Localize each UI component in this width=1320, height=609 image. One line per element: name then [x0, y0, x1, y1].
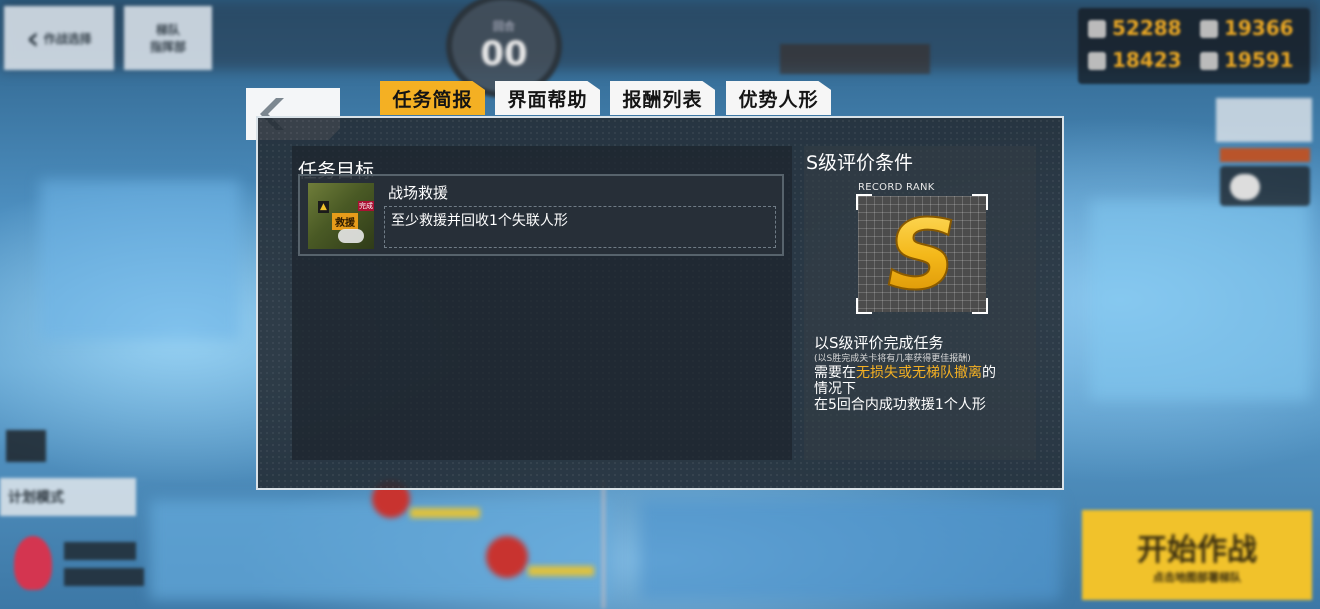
eye-button[interactable]	[6, 430, 46, 462]
cond-text-part: 的	[982, 365, 996, 381]
thumb-badge: ▲	[318, 201, 329, 213]
plan-mode-button[interactable]: 计划模式	[0, 478, 136, 516]
objective-description: 至少救援并回收1个失联人形	[384, 206, 776, 248]
enemy-node[interactable]	[486, 536, 528, 578]
resource-rations: 18423	[1112, 48, 1182, 72]
speed-label	[1220, 148, 1310, 162]
start-combat-sub: 点击地图部署梯队	[1153, 571, 1241, 584]
tab-reward-list[interactable]: 报酬列表	[610, 81, 715, 115]
briefing-panel: 任务目标 S级评价条件 ▲ 完成 救援 战场救援 至少救援并回收1个失联人形 R…	[256, 116, 1064, 490]
echelon-button[interactable]: 梯队 指挥部	[124, 6, 212, 70]
record-rank-label: RECORD RANK	[858, 182, 935, 193]
tab-label: 报酬列表	[622, 88, 703, 111]
support-panel[interactable]	[10, 530, 144, 594]
objective-item: ▲ 完成 救援 战场救援 至少救援并回收1个失联人形	[298, 174, 784, 256]
thumb-tag: 完成	[358, 201, 374, 211]
tab-label: 任务简报	[392, 88, 473, 111]
tab-label: 优势人形	[738, 88, 819, 111]
cond-text-part: 在5回合内成功救援1个人形	[814, 397, 986, 413]
echelon-sub-label: 指挥部	[149, 40, 186, 54]
plan-mode-label: 计划模式	[8, 490, 64, 506]
s-rank-condition-note: (以S胜完成关卡将有几率获得更佳报酬)	[814, 354, 971, 364]
ammo-icon	[1200, 20, 1218, 38]
parts-icon	[1200, 52, 1218, 70]
chevron-left-icon: ‹	[26, 19, 40, 57]
record-rank-badge: S	[856, 194, 988, 314]
manpower-icon	[1088, 20, 1106, 38]
echelon-label: 梯队	[155, 23, 180, 37]
settings-button[interactable]	[1216, 98, 1312, 142]
cond-text-part: 需要在	[814, 365, 856, 381]
svg-text:S: S	[887, 206, 956, 302]
resource-ammo: 19366	[1224, 16, 1294, 40]
tab-mission-briefing[interactable]: 任务简报	[380, 81, 485, 115]
return-button[interactable]: ‹ 作战选择	[4, 6, 114, 70]
cond-text-part: 情况下	[814, 381, 856, 397]
rations-icon	[1088, 52, 1106, 70]
objective-name: 战场救援	[388, 184, 449, 202]
tab-advantage-dolls[interactable]: 优势人形	[726, 81, 831, 115]
resource-panel: 52288 19366 18423 19591	[1078, 8, 1310, 84]
s-rank-condition-title: 以S级评价完成任务	[814, 334, 944, 352]
start-combat-button[interactable]: 开始作战 点击地图部署梯队	[1082, 510, 1312, 600]
handshake-icon	[338, 229, 364, 243]
s-rank-section-title: S级评价条件	[806, 152, 914, 174]
tab-label: 界面帮助	[507, 88, 588, 111]
map-marker	[780, 44, 930, 74]
thumb-word: 救援	[332, 213, 358, 230]
return-label: 作战选择	[43, 31, 92, 46]
resource-parts: 19591	[1224, 48, 1294, 72]
s-rank-icon: S	[886, 206, 957, 302]
cond-highlight: 无损失或无梯队撤离	[856, 365, 982, 381]
resource-manpower: 52288	[1112, 16, 1182, 40]
auto-toggle[interactable]	[1220, 166, 1310, 206]
objective-thumbnail: ▲ 完成 救援	[308, 183, 374, 249]
turn-label: 回合	[493, 20, 515, 33]
start-combat-label: 开始作战	[1137, 533, 1257, 568]
s-rank-condition-text: 需要在无损失或无梯队撤离的 情况下 在5回合内成功救援1个人形	[814, 365, 1028, 413]
turn-value: 00	[480, 34, 528, 74]
tab-interface-help[interactable]: 界面帮助	[495, 81, 600, 115]
